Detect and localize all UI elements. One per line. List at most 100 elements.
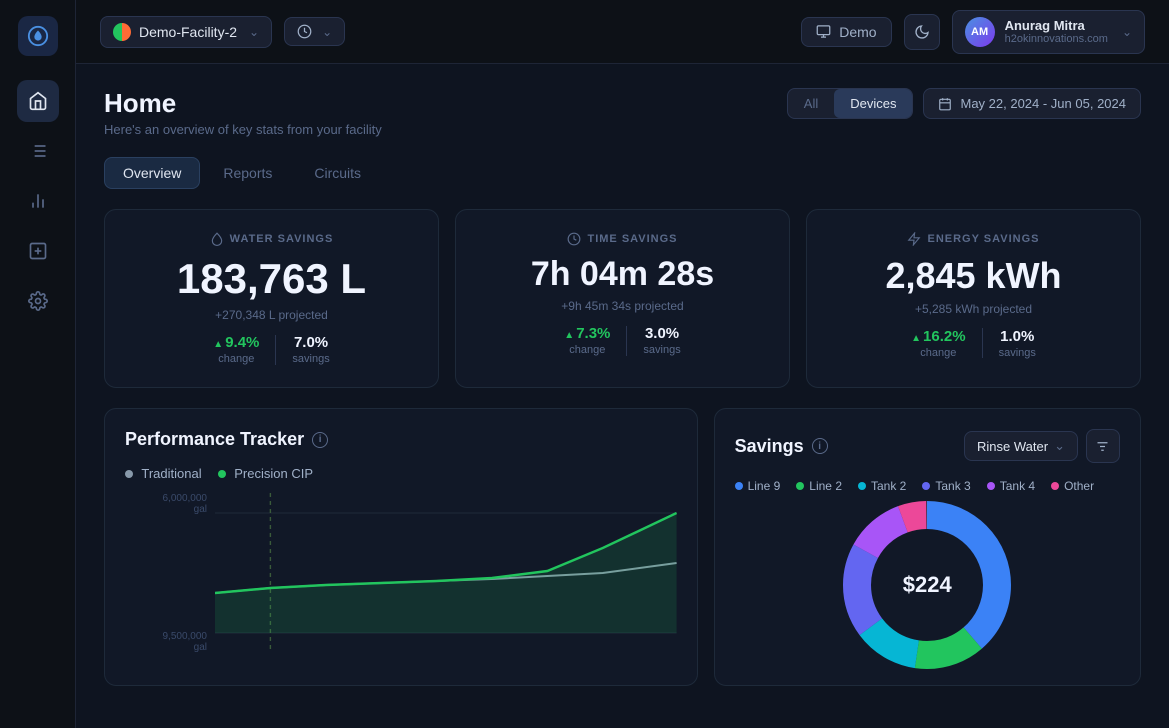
energy-savings-card: ENERGY SAVINGS 2,845 kWh +5,285 kWh proj…	[806, 209, 1141, 388]
donut-center-value: $224	[903, 572, 952, 598]
legend-line9: Line 9	[735, 479, 781, 493]
water-savings-label: WATER SAVINGS	[210, 232, 334, 246]
page-title-area: Home Here's an overview of key stats fro…	[104, 88, 382, 137]
sidebar-item-analytics[interactable]	[17, 180, 59, 222]
performance-tracker-panel: Performance Tracker i Traditional Precis…	[104, 408, 698, 686]
main-content: Demo-Facility-2 ⌄ ⌄ Demo A	[76, 0, 1169, 728]
facility-selector[interactable]: Demo-Facility-2 ⌄	[100, 16, 272, 48]
legend-line2: Line 2	[796, 479, 842, 493]
calendar-icon	[938, 97, 952, 111]
water-change-label: change	[218, 353, 254, 365]
other-dot	[1051, 482, 1059, 490]
energy-savings-label-2: savings	[999, 347, 1036, 359]
traditional-dot	[125, 470, 133, 478]
time-change-label: change	[569, 344, 605, 356]
energy-savings-label: ENERGY SAVINGS	[907, 232, 1039, 246]
user-menu[interactable]: AM Anurag Mitra h2okinnovations.com ⌄	[952, 10, 1145, 54]
header-controls: All Devices May 22, 2024 - Jun 05, 2024	[787, 88, 1141, 119]
water-savings-pct: 7.0%	[294, 334, 328, 351]
avatar-initials: AM	[971, 26, 988, 38]
sidebar	[0, 0, 76, 728]
energy-savings-value: 2,845 kWh	[885, 256, 1061, 296]
demo-label: Demo	[839, 24, 876, 40]
page-subtitle: Here's an overview of key stats from you…	[104, 122, 382, 137]
user-info: Anurag Mitra h2okinnovations.com	[1005, 18, 1108, 45]
energy-change-label: change	[920, 347, 956, 359]
energy-change-metric: ▲16.2% change	[911, 328, 965, 359]
water-savings-card: WATER SAVINGS 183,763 L +270,348 L proje…	[104, 209, 439, 388]
facility-chevron-icon: ⌄	[249, 25, 259, 39]
water-change-metric: ▲9.4% change	[213, 334, 259, 365]
history-button[interactable]: ⌄	[284, 17, 345, 46]
chart-area: 6,000,000 gal 9,500,000 gal	[125, 493, 677, 653]
theme-toggle-button[interactable]	[904, 14, 940, 50]
devices-toggle-button[interactable]: Devices	[834, 89, 912, 118]
stat-divider	[275, 335, 276, 365]
time-change-value: ▲7.3%	[564, 325, 610, 342]
savings-panel: Savings i Rinse Water ⌄	[714, 408, 1141, 686]
tabs: Overview Reports Circuits	[104, 157, 1141, 189]
savings-panel-title: Savings i	[735, 436, 828, 457]
performance-info-icon[interactable]: i	[312, 432, 328, 448]
donut-chart-area: $224	[735, 505, 1120, 665]
savings-filter-button[interactable]	[1086, 429, 1120, 463]
precision-dot	[218, 470, 226, 478]
app-logo[interactable]	[18, 16, 58, 56]
sidebar-item-list[interactable]	[17, 130, 59, 172]
page-title: Home	[104, 88, 382, 119]
energy-savings-projected: +5,285 kWh projected	[915, 302, 1032, 316]
savings-info-icon[interactable]: i	[812, 438, 828, 454]
time-savings-metrics: ▲7.3% change 3.0% savings	[564, 325, 680, 356]
user-email: h2okinnovations.com	[1005, 33, 1108, 45]
all-toggle-button[interactable]: All	[788, 89, 834, 118]
water-savings-label-2: savings	[292, 353, 329, 365]
sliders-icon	[1095, 439, 1110, 454]
performance-tracker-title: Performance Tracker i	[125, 429, 328, 450]
water-savings-value: 183,763 L	[177, 256, 366, 302]
sidebar-item-add[interactable]	[17, 230, 59, 272]
sidebar-item-settings[interactable]	[17, 280, 59, 322]
arrow-up-icon: ▲	[213, 339, 223, 350]
stat-divider-2	[626, 326, 627, 356]
arrow-up-icon-3: ▲	[911, 333, 921, 344]
history-chevron-icon: ⌄	[322, 25, 332, 39]
water-savings-metrics: ▲9.4% change 7.0% savings	[213, 334, 329, 365]
chart-svg	[215, 493, 677, 653]
performance-tracker-header: Performance Tracker i	[125, 429, 677, 450]
tank3-dot	[922, 482, 930, 490]
energy-savings-metrics: ▲16.2% change 1.0% savings	[911, 328, 1036, 359]
legend-tank2: Tank 2	[858, 479, 906, 493]
content-area: Home Here's an overview of key stats fro…	[76, 64, 1169, 728]
time-savings-pct: 3.0%	[645, 325, 679, 342]
stat-divider-3	[982, 328, 983, 358]
topnav: Demo-Facility-2 ⌄ ⌄ Demo A	[76, 0, 1169, 64]
demo-button[interactable]: Demo	[801, 17, 891, 47]
tab-overview[interactable]: Overview	[104, 157, 200, 189]
facility-status-dot	[113, 23, 131, 41]
time-savings-value: 7h 04m 28s	[531, 256, 714, 293]
water-savings-metric: 7.0% savings	[292, 334, 329, 365]
energy-savings-metric: 1.0% savings	[999, 328, 1036, 359]
tab-circuits[interactable]: Circuits	[295, 157, 380, 189]
legend-other: Other	[1051, 479, 1094, 493]
time-savings-card: TIME SAVINGS 7h 04m 28s +9h 45m 34s proj…	[455, 209, 790, 388]
time-savings-metric: 3.0% savings	[643, 325, 680, 356]
water-change-value: ▲9.4%	[213, 334, 259, 351]
legend-tank4: Tank 4	[987, 479, 1035, 493]
time-change-metric: ▲7.3% change	[564, 325, 610, 356]
tab-reports[interactable]: Reports	[204, 157, 291, 189]
savings-dropdown[interactable]: Rinse Water ⌄	[964, 431, 1078, 461]
date-range-label: May 22, 2024 - Jun 05, 2024	[960, 96, 1126, 111]
water-savings-projected: +270,348 L projected	[215, 308, 328, 322]
bottom-row: Performance Tracker i Traditional Precis…	[104, 408, 1141, 686]
date-range-picker[interactable]: May 22, 2024 - Jun 05, 2024	[923, 88, 1141, 119]
legend-item-traditional: Traditional	[125, 466, 202, 481]
savings-legend: Line 9 Line 2 Tank 2 Tank 3	[735, 479, 1120, 493]
sidebar-item-home[interactable]	[17, 80, 59, 122]
facility-name: Demo-Facility-2	[139, 24, 237, 40]
avatar: AM	[965, 17, 995, 47]
energy-savings-pct: 1.0%	[1000, 328, 1034, 345]
droplet-icon	[210, 232, 224, 246]
line9-dot	[735, 482, 743, 490]
savings-panel-header: Savings i Rinse Water ⌄	[735, 429, 1120, 463]
